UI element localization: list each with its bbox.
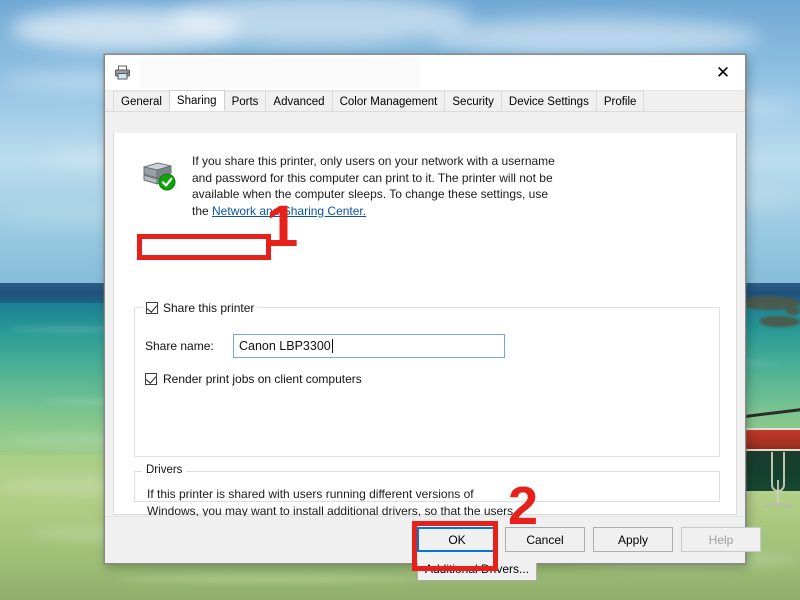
boat-hull-upper	[745, 428, 800, 450]
sharing-tab-page: If you share this printer, only users on…	[113, 133, 737, 515]
rock	[760, 316, 800, 327]
tab-security[interactable]: Security	[444, 91, 502, 111]
share-name-value: Canon LBP3300	[239, 335, 331, 357]
checkbox-check-icon	[146, 302, 158, 314]
dialog-titlebar: ✕	[105, 55, 745, 91]
anchor-icon	[762, 503, 794, 515]
share-printer-group: Share this printer Share name: Canon LBP…	[134, 307, 720, 457]
render-print-jobs-label: Render print jobs on client computers	[163, 372, 362, 386]
annotation-box-1	[137, 234, 271, 260]
share-name-row: Share name: Canon LBP3300	[145, 334, 505, 358]
annotation-box-2	[412, 521, 498, 571]
printer-properties-dialog: ✕ General Sharing Ports Advanced Color M…	[104, 54, 746, 564]
cloud	[430, 18, 760, 56]
water-ripple	[120, 575, 420, 583]
screen: ✕ General Sharing Ports Advanced Color M…	[0, 0, 800, 600]
share-this-printer-checkbox[interactable]: Share this printer	[143, 299, 257, 317]
tab-advanced[interactable]: Advanced	[265, 91, 332, 111]
tab-ports[interactable]: Ports	[224, 91, 267, 111]
shared-printer-icon	[138, 153, 178, 193]
drivers-group: Drivers If this printer is shared with u…	[134, 471, 720, 502]
annotation-number-1: 1	[266, 198, 298, 256]
annotation-number-2: 2	[508, 479, 538, 533]
share-name-label: Share name:	[145, 339, 223, 353]
rock	[786, 306, 800, 315]
close-icon[interactable]: ✕	[701, 55, 745, 90]
tab-sharing[interactable]: Sharing	[169, 90, 225, 111]
help-button: Help	[681, 527, 761, 552]
sharing-info: If you share this printer, only users on…	[138, 153, 720, 219]
apply-button[interactable]: Apply	[593, 527, 673, 552]
tab-color-management[interactable]: Color Management	[332, 91, 446, 111]
drivers-group-legend: Drivers	[142, 464, 186, 476]
render-print-jobs-checkbox[interactable]: Render print jobs on client computers	[145, 372, 362, 386]
text-caret	[332, 339, 333, 353]
sharing-info-text: If you share this printer, only users on…	[192, 153, 564, 219]
tab-profile[interactable]: Profile	[596, 91, 645, 111]
dialog-title	[139, 58, 420, 88]
printer-icon	[105, 64, 139, 81]
share-this-printer-label: Share this printer	[163, 301, 254, 315]
tab-device-settings[interactable]: Device Settings	[501, 91, 597, 111]
tab-strip: General Sharing Ports Advanced Color Man…	[105, 91, 745, 112]
checkbox-check-icon	[145, 373, 157, 385]
share-name-input[interactable]: Canon LBP3300	[233, 334, 505, 358]
tab-general[interactable]: General	[113, 91, 170, 111]
